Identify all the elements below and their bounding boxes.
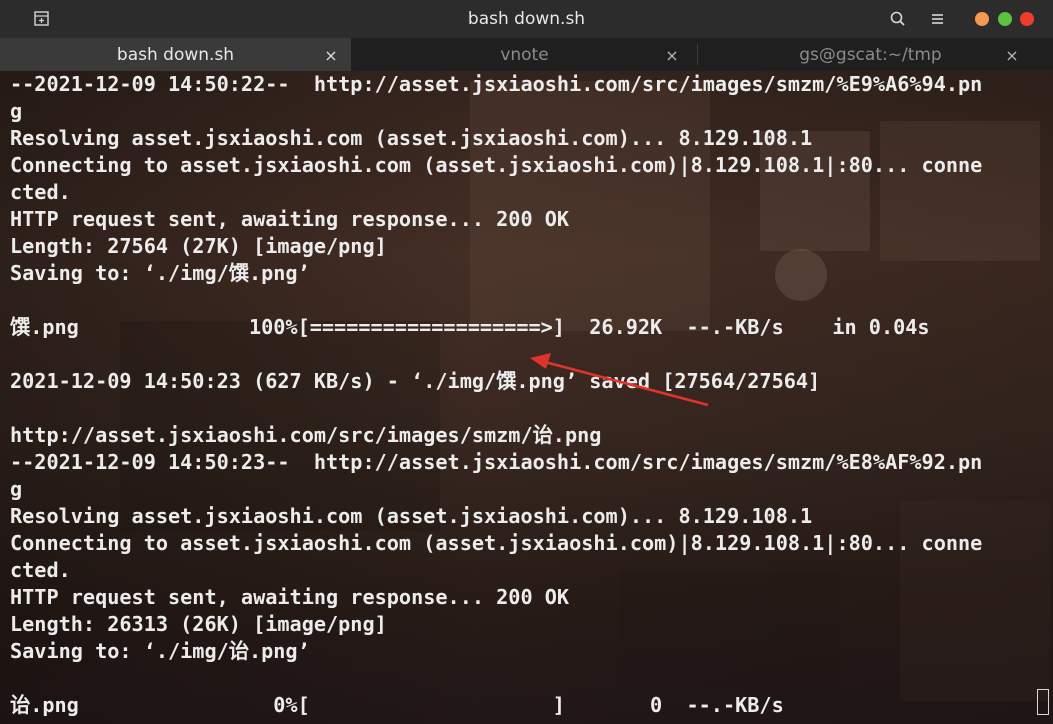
terminal-lines: --2021-12-09 14:50:22-- http://asset.jsx…: [10, 71, 982, 719]
tab-bar: bash down.sh × vnote × gs@gscat:~/tmp ×: [0, 38, 1053, 71]
tab-close-button[interactable]: ×: [1004, 38, 1020, 71]
terminal-line: Saving to: ‘./img/诒.png’: [10, 639, 310, 663]
terminal-line: g: [10, 477, 23, 501]
terminal-line: g: [10, 99, 23, 123]
tab-label: vnote: [500, 45, 549, 65]
terminal-line: Connecting to asset.jsxiaoshi.com (asset…: [10, 153, 983, 177]
terminal-line: Length: 26313 (26K) [image/png]: [10, 612, 387, 636]
terminal-output[interactable]: --2021-12-09 14:50:22-- http://asset.jsx…: [0, 71, 1053, 724]
terminal-line: Connecting to asset.jsxiaoshi.com (asset…: [10, 531, 983, 555]
maximize-button[interactable]: [998, 12, 1012, 26]
header-bar: bash down.sh: [0, 0, 1053, 38]
tab-gs-tmp[interactable]: gs@gscat:~/tmp: [698, 38, 1043, 71]
terminal-line: Resolving asset.jsxiaoshi.com (asset.jsx…: [10, 126, 813, 150]
tab-close-button[interactable]: ×: [664, 38, 680, 71]
terminal-line: --2021-12-09 14:50:23-- http://asset.jsx…: [10, 450, 983, 474]
terminal-line: 诒.png 0%[ ] 0 --.-KB/s: [10, 693, 784, 717]
tab-label: gs@gscat:~/tmp: [799, 45, 942, 65]
terminal-line: 馔.png 100%[===================>] 26.92K …: [10, 315, 930, 339]
terminal-window: bash down.sh bash down.sh × vnote × gs@g…: [0, 0, 1053, 724]
tab-close-button[interactable]: ×: [323, 38, 339, 71]
tab-vnote[interactable]: vnote: [352, 38, 697, 71]
terminal-line: cted.: [10, 180, 71, 204]
close-window-button[interactable]: [1020, 12, 1034, 26]
terminal-line: 2021-12-09 14:50:23 (627 KB/s) - ‘./img/…: [10, 369, 821, 393]
tab-bash-down-sh[interactable]: bash down.sh: [0, 38, 351, 71]
hamburger-menu-icon[interactable]: [928, 9, 948, 29]
terminal-cursor: [1037, 689, 1049, 715]
terminal-line: HTTP request sent, awaiting response... …: [10, 585, 570, 609]
search-icon[interactable]: [888, 9, 908, 29]
tab-label: bash down.sh: [116, 45, 235, 65]
terminal-line: Saving to: ‘./img/馔.png’: [10, 261, 310, 285]
terminal-line: http://asset.jsxiaoshi.com/src/images/sm…: [10, 423, 602, 447]
terminal-line: Resolving asset.jsxiaoshi.com (asset.jsx…: [10, 504, 813, 528]
terminal-line: cted.: [10, 558, 71, 582]
terminal-line: HTTP request sent, awaiting response... …: [10, 207, 570, 231]
minimize-button[interactable]: [975, 12, 989, 26]
terminal-line: Length: 27564 (27K) [image/png]: [10, 234, 387, 258]
terminal-line: --2021-12-09 14:50:22-- http://asset.jsx…: [10, 72, 983, 96]
